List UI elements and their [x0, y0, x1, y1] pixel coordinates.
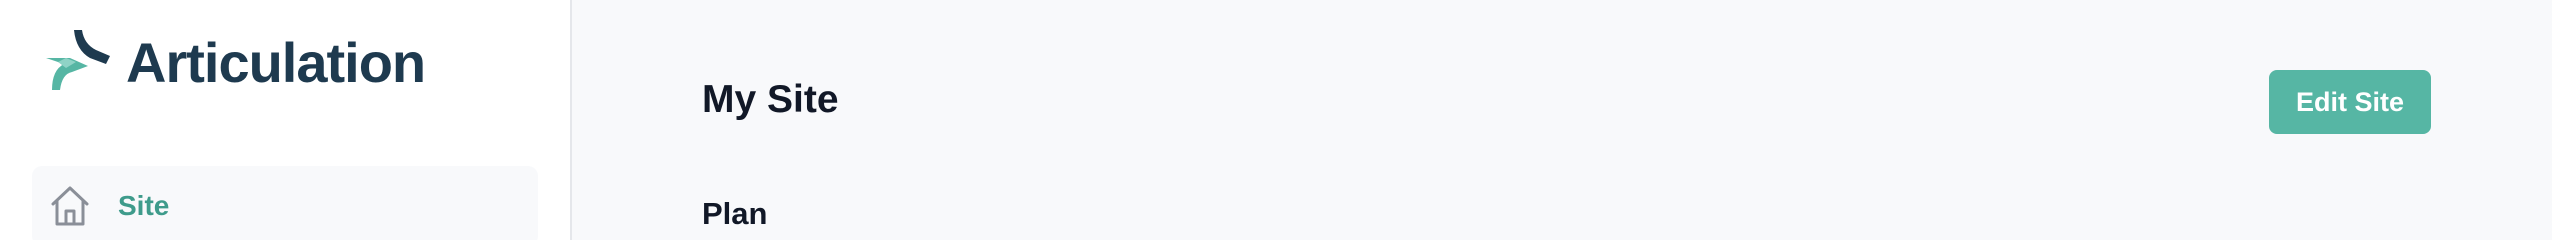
sidebar-item-site[interactable]: Site [32, 166, 538, 240]
section-heading-plan: Plan [702, 196, 768, 231]
sidebar: Articulation Site [0, 0, 572, 240]
edit-site-button[interactable]: Edit Site [2269, 70, 2431, 134]
app-root: Articulation Site My Site Edit Site Plan [0, 0, 2552, 240]
sidebar-item-label: Site [118, 190, 170, 221]
brand[interactable]: Articulation [44, 28, 426, 98]
articulation-logo-icon [46, 30, 110, 90]
main-content: My Site Edit Site Plan [572, 0, 2552, 240]
home-icon [48, 184, 92, 228]
page-title: My Site [702, 78, 839, 121]
brand-name: Articulation [126, 31, 426, 94]
